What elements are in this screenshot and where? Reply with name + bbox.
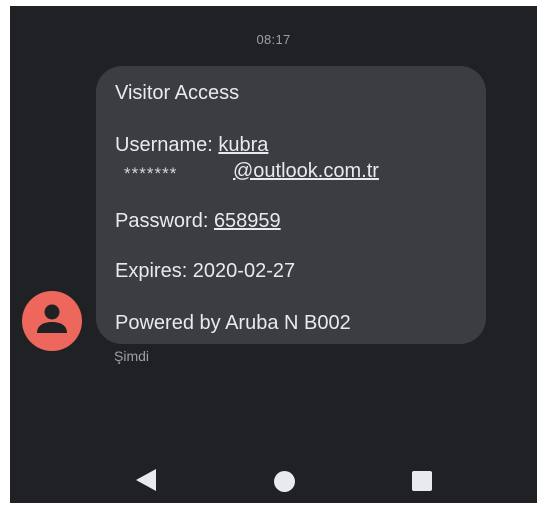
sms-screen: 08:17 Visitor Access Username: kubra ***… <box>10 6 537 503</box>
username-label: Username: <box>115 134 213 156</box>
message-bubble[interactable]: Visitor Access Username: kubra ******* @… <box>96 66 486 344</box>
sent-timestamp: Şimdi <box>114 348 150 364</box>
password-label: Password: <box>115 210 209 232</box>
username-link[interactable]: kubra <box>218 134 268 156</box>
person-icon[interactable] <box>22 291 82 351</box>
username-line: Username: kubra <box>115 134 268 157</box>
home-circle-icon[interactable] <box>274 471 295 492</box>
masked-text: ******* <box>124 164 178 183</box>
password-line: Password: 658959 <box>115 210 281 233</box>
recents-square-icon[interactable] <box>412 471 432 491</box>
powered-by-text: Powered by Aruba N B002 <box>115 312 351 334</box>
back-triangle-icon[interactable] <box>136 469 156 496</box>
message-title: Visitor Access <box>115 82 240 104</box>
expires-text: Expires: 2020-02-27 <box>115 260 296 282</box>
email-domain-link[interactable]: @outlook.com.tr <box>233 160 379 183</box>
message-time: 08:17 <box>256 32 291 47</box>
password-link[interactable]: 658959 <box>214 210 281 232</box>
